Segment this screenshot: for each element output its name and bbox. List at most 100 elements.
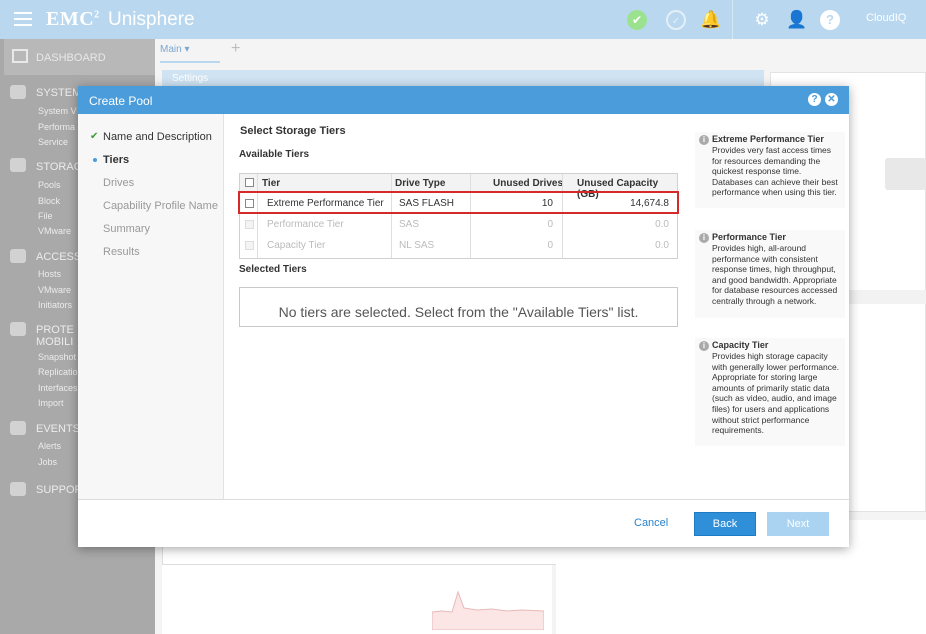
unused-capacity: 0.0 xyxy=(655,219,669,230)
sidebar-item[interactable]: Replicatio xyxy=(38,367,78,377)
sidebar-item[interactable]: Interfaces xyxy=(38,383,78,393)
sidebar-item[interactable]: Pools xyxy=(38,180,61,190)
step-results: Results xyxy=(103,246,140,258)
sidebar-item[interactable]: Performa xyxy=(38,122,75,132)
menu-icon[interactable] xyxy=(14,12,32,26)
sidebar-item[interactable]: Hosts xyxy=(38,269,61,279)
app-name: Unisphere xyxy=(108,9,195,30)
selected-tiers-title: Selected Tiers xyxy=(239,264,307,275)
dialog-header: Create Pool ? ✕ xyxy=(78,86,849,114)
info-capacity: i Capacity Tier Provides high storage ca… xyxy=(695,338,845,446)
unused-capacity: 0.0 xyxy=(655,240,669,251)
sidebar-section-protection[interactable]: PROTE xyxy=(36,324,84,336)
top-bar: EMC2 Unisphere ✔ ✓ 🔔 ⚙ 👤 ? CloudIQ xyxy=(0,0,926,39)
sidebar-item[interactable]: Block xyxy=(38,196,60,206)
drive-type: NL SAS xyxy=(399,240,435,251)
sidebar-item[interactable]: Service xyxy=(38,137,68,147)
sidebar-item[interactable]: VMware xyxy=(38,226,71,236)
sidebar-item-dashboard[interactable]: DASHBOARD xyxy=(4,39,155,75)
topbar-divider xyxy=(732,0,733,39)
step-drives: Drives xyxy=(103,177,135,189)
sidebar-section-access[interactable]: ACCESS xyxy=(36,251,81,263)
empty-selection-message: No tiers are selected. Select from the "… xyxy=(278,304,639,320)
available-tiers-table: Tier Drive Type Unused Drives Unused Cap… xyxy=(239,173,678,259)
add-tab-icon[interactable]: + xyxy=(231,40,240,58)
column-header-unused-drives[interactable]: Unused Drives xyxy=(493,178,563,189)
tab-main[interactable]: Main ▾ xyxy=(160,44,190,55)
drive-type: SAS xyxy=(399,219,420,230)
unused-drives: 0 xyxy=(547,240,553,251)
tab-active-indicator xyxy=(160,61,220,63)
info-text: Provides high, all-around performance wi… xyxy=(712,243,838,306)
sidebar-section-system[interactable]: SYSTEM xyxy=(36,87,81,99)
info-title: Extreme Performance Tier xyxy=(712,134,824,144)
system-icon xyxy=(10,85,26,99)
background-chart xyxy=(432,590,544,630)
column-header-tier[interactable]: Tier xyxy=(262,178,280,189)
support-icon xyxy=(10,482,26,496)
sidebar-item[interactable]: Import xyxy=(38,398,64,408)
back-button[interactable]: Back xyxy=(694,512,756,536)
table-row: Performance Tier SAS 0 0.0 xyxy=(240,214,677,235)
app-window: EMC2 Unisphere ✔ ✓ 🔔 ⚙ 👤 ? CloudIQ DASHB… xyxy=(0,0,926,634)
table-row[interactable]: Extreme Performance Tier SAS FLASH 10 14… xyxy=(240,193,677,214)
running-jobs-icon[interactable]: ✓ xyxy=(666,10,686,30)
step-summary: Summary xyxy=(103,223,151,235)
create-pool-dialog: Create Pool ? ✕ ✔ Name and Description T… xyxy=(78,86,849,547)
sidebar-item[interactable]: System V xyxy=(38,106,77,116)
protection-icon xyxy=(10,322,26,336)
storage-graphic xyxy=(885,158,926,190)
info-extreme-performance: i Extreme Performance Tier Provides very… xyxy=(695,132,845,208)
dialog-footer: Cancel Back Next xyxy=(78,499,849,547)
check-icon: ✔ xyxy=(90,131,99,142)
select-all-checkbox[interactable] xyxy=(245,178,254,187)
access-icon xyxy=(10,249,26,263)
tier-name: Extreme Performance Tier xyxy=(267,198,384,209)
next-button[interactable]: Next xyxy=(767,512,829,536)
info-icon: i xyxy=(699,233,709,243)
step-tiers[interactable]: Tiers xyxy=(103,154,129,166)
row-checkbox xyxy=(245,220,254,229)
wizard-steps: ✔ Name and Description Tiers Drives Capa… xyxy=(78,114,224,499)
sidebar-section-events[interactable]: EVENTS xyxy=(36,423,80,435)
step-name-and-description[interactable]: ✔ Name and Description xyxy=(90,131,212,143)
brand-logo: EMC2 xyxy=(46,8,100,30)
help-icon[interactable]: ? xyxy=(808,93,821,106)
available-tiers-title: Available Tiers xyxy=(239,149,310,160)
sidebar-item[interactable]: Alerts xyxy=(38,441,61,451)
close-icon[interactable]: ✕ xyxy=(825,93,838,106)
row-checkbox xyxy=(245,241,254,250)
tier-name: Capacity Tier xyxy=(267,240,326,251)
sidebar-section-protection-2[interactable]: MOBILI xyxy=(36,336,84,348)
drive-type: SAS FLASH xyxy=(399,198,455,209)
system-health-icon[interactable]: ✔ xyxy=(627,10,647,30)
storage-icon xyxy=(10,158,26,172)
table-header: Tier Drive Type Unused Drives Unused Cap… xyxy=(240,174,677,200)
sidebar-item[interactable]: Snapshot xyxy=(38,352,76,362)
info-text: Provides high storage capacity with gene… xyxy=(712,351,840,436)
events-icon xyxy=(10,421,26,435)
cancel-button[interactable]: Cancel xyxy=(634,517,668,529)
tier-name: Performance Tier xyxy=(267,219,344,230)
sidebar-item[interactable]: VMware xyxy=(38,285,71,295)
help-icon[interactable]: ? xyxy=(820,10,840,30)
row-checkbox[interactable] xyxy=(245,199,254,208)
cloudiq-link[interactable]: CloudIQ xyxy=(866,12,906,24)
current-step-dot xyxy=(93,158,97,162)
monitor-icon xyxy=(12,49,28,63)
user-icon[interactable]: 👤 xyxy=(786,10,807,30)
gear-icon[interactable]: ⚙ xyxy=(752,10,772,30)
sidebar-item[interactable]: Jobs xyxy=(38,457,57,467)
sidebar-item[interactable]: File xyxy=(38,211,53,221)
unused-drives: 0 xyxy=(547,219,553,230)
unused-drives: 10 xyxy=(541,198,553,209)
info-performance: i Performance Tier Provides high, all-ar… xyxy=(695,230,845,318)
unused-capacity: 14,674.8 xyxy=(630,198,669,209)
column-header-drive-type[interactable]: Drive Type xyxy=(395,178,445,189)
bell-icon[interactable]: 🔔 xyxy=(700,10,721,30)
info-icon: i xyxy=(699,135,709,145)
sidebar-item[interactable]: Initiators xyxy=(38,300,72,310)
info-title: Performance Tier xyxy=(712,232,786,242)
section-title: Select Storage Tiers xyxy=(240,125,346,137)
table-row: Capacity Tier NL SAS 0 0.0 xyxy=(240,235,677,256)
